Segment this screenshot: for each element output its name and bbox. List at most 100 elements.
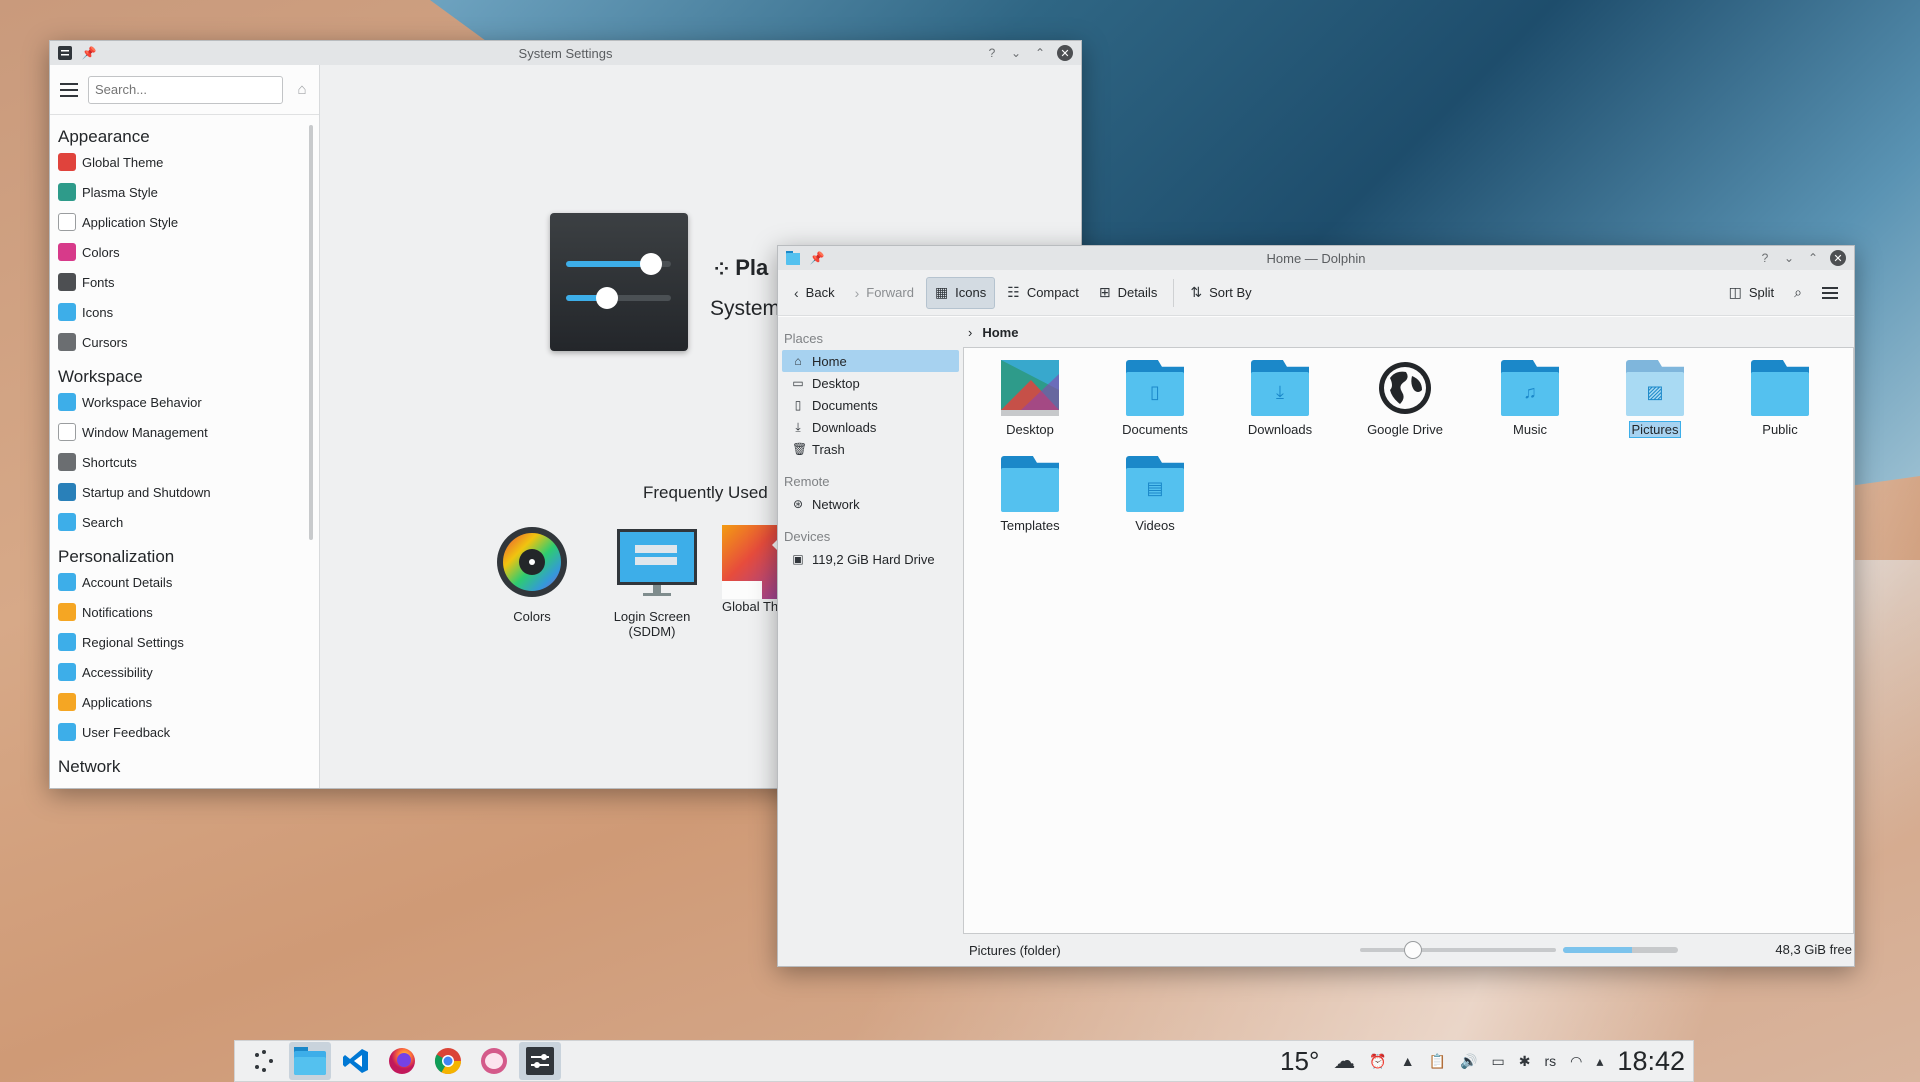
sidebar-item-global-theme[interactable]: Global Theme	[50, 147, 301, 177]
help-icon[interactable]: ?	[985, 46, 999, 60]
titlebar[interactable]: 📌 System Settings ? ⌄ ⌃ ✕	[50, 41, 1081, 65]
sidebar-item-shortcuts[interactable]: Shortcuts	[50, 447, 301, 477]
pin-icon[interactable]: 📌	[82, 46, 97, 60]
category-heading: Appearance	[58, 127, 150, 146]
window-title: Home — Dolphin	[1266, 250, 1366, 266]
details-view-button[interactable]: ⊞ Details	[1091, 277, 1165, 309]
wifi-icon[interactable]: ◠	[1570, 1053, 1582, 1070]
sidebar-item-cursors[interactable]: Cursors	[50, 327, 301, 357]
sidebar-item-application-style[interactable]: Application Style	[50, 207, 301, 237]
zoom-slider[interactable]	[1360, 941, 1556, 959]
back-button[interactable]: ‹ Back	[786, 277, 843, 309]
sidebar-item-applications[interactable]: Applications	[50, 687, 301, 717]
place-network[interactable]: ⊛ Network	[782, 493, 959, 515]
sidebar-item-plasma-style[interactable]: Plasma Style	[50, 177, 301, 207]
compact-view-button[interactable]: ☷ Compact	[999, 277, 1087, 309]
breadcrumb-home[interactable]: Home	[982, 325, 1018, 340]
place-119-2-gib-hard-drive[interactable]: ▣ 119,2 GiB Hard Drive	[782, 548, 959, 570]
sidebar-item-workspace-behavior[interactable]: Workspace Behavior	[50, 387, 301, 417]
sidebar-item-label: Workspace Behavior	[82, 394, 202, 410]
system-settings-icon[interactable]	[519, 1042, 561, 1080]
home-icon[interactable]: ⌂	[293, 81, 311, 98]
file-item-public[interactable]: Public	[1722, 360, 1838, 437]
help-icon[interactable]: ?	[1758, 251, 1772, 265]
sidebar-item-window-management[interactable]: Window Management	[50, 417, 301, 447]
sidebar-item-fonts[interactable]: Fonts	[50, 267, 301, 297]
hamburger-menu-button[interactable]	[1814, 277, 1846, 309]
weather-temperature[interactable]: 15°	[1280, 1046, 1319, 1077]
sidebar-item-accessibility[interactable]: Accessibility	[50, 657, 301, 687]
app-menu-icon[interactable]	[58, 46, 72, 60]
search-input[interactable]	[88, 75, 283, 104]
file-label: Pictures	[1628, 421, 1682, 438]
bluetooth-icon[interactable]: ✱	[1519, 1053, 1531, 1070]
sidebar-item-notifications[interactable]: Notifications	[50, 597, 301, 627]
place-documents[interactable]: ▯ Documents	[782, 394, 959, 416]
dolphin-app-icon[interactable]	[786, 251, 800, 265]
frequent-item-colors[interactable]: Colors	[482, 525, 582, 624]
minimize-icon[interactable]: ⌄	[1782, 251, 1796, 265]
volume-icon[interactable]: 🔊	[1460, 1053, 1477, 1070]
dolphin-window: 📌 Home — Dolphin ? ⌄ ⌃ ✕ ‹ Back › Forward …	[777, 245, 1855, 967]
file-item-downloads[interactable]: ⤓ Downloads	[1222, 360, 1338, 437]
titlebar[interactable]: 📌 Home — Dolphin ? ⌄ ⌃ ✕	[778, 246, 1854, 270]
place-desktop[interactable]: ▭ Desktop	[782, 372, 959, 394]
vpn-icon[interactable]: ▲	[1401, 1053, 1415, 1069]
tray-expand-icon[interactable]: ▴	[1596, 1053, 1603, 1070]
clipboard-icon[interactable]: 📋	[1429, 1053, 1446, 1070]
sidebar-item-colors[interactable]: Colors	[50, 237, 301, 267]
chrome-icon[interactable]	[427, 1042, 469, 1080]
file-item-google-drive[interactable]: Google Drive	[1347, 360, 1463, 437]
file-item-documents[interactable]: ▯ Documents	[1097, 360, 1213, 437]
sidebar-item-account-details[interactable]: Account Details	[50, 567, 301, 597]
firefox-icon[interactable]	[381, 1042, 423, 1080]
pin-icon[interactable]: 📌	[810, 251, 825, 265]
sidebar-item-user-feedback[interactable]: User Feedback	[50, 717, 301, 747]
application-launcher-icon[interactable]	[243, 1042, 285, 1080]
frequent-item-login-screen[interactable]: Login Screen (SDDM)	[602, 525, 702, 639]
sidebar-item-label: Shortcuts	[82, 454, 137, 470]
file-item-pictures[interactable]: ▨ Pictures	[1597, 360, 1713, 438]
alarm-icon[interactable]: ⏰	[1369, 1053, 1386, 1070]
forward-button[interactable]: › Forward	[847, 277, 922, 309]
maximize-icon[interactable]: ⌃	[1806, 251, 1820, 265]
file-item-templates[interactable]: Templates	[972, 456, 1088, 533]
place-home[interactable]: ⌂ Home	[782, 350, 959, 372]
search-button[interactable]: ⌕	[1786, 277, 1810, 309]
sort-by-button[interactable]: ⇅ Sort By	[1182, 277, 1259, 309]
dolphin-icon[interactable]	[289, 1042, 331, 1080]
file-item-music[interactable]: ♫ Music	[1472, 360, 1588, 437]
file-item-desktop[interactable]: Desktop	[972, 360, 1088, 437]
breadcrumb[interactable]: › Home	[963, 317, 1854, 347]
battery-icon[interactable]: ▭	[1492, 1053, 1505, 1070]
vscode-icon[interactable]	[335, 1042, 377, 1080]
file-view[interactable]: Desktop ▯ Documents ⤓ Downloads Google Drive ♫…	[963, 347, 1854, 934]
sidebar-item-startup-and-shutdown[interactable]: Startup and Shutdown	[50, 477, 301, 507]
folder-icon: ♫	[1501, 360, 1559, 416]
sidebar-item-icons[interactable]: Icons	[50, 297, 301, 327]
icons-view-button[interactable]: ▦ Icons	[925, 276, 996, 309]
hamburger-menu-icon[interactable]	[60, 82, 78, 97]
cursors-icon	[58, 333, 76, 351]
trash-icon: 🗑	[792, 442, 808, 456]
minimize-icon[interactable]: ⌄	[1009, 46, 1023, 60]
close-icon[interactable]: ✕	[1057, 45, 1073, 61]
close-icon[interactable]: ✕	[1830, 250, 1846, 266]
split-button[interactable]: ◫ Split	[1721, 277, 1783, 309]
opera-icon[interactable]	[473, 1042, 515, 1080]
clock[interactable]: 18:42	[1617, 1046, 1685, 1077]
file-label: Documents	[1122, 422, 1188, 437]
place-trash[interactable]: 🗑 Trash	[782, 438, 959, 460]
file-item-videos[interactable]: ▤ Videos	[1097, 456, 1213, 533]
zoom-slider-handle[interactable]	[1403, 941, 1422, 959]
sidebar-item-search[interactable]: Search	[50, 507, 301, 537]
sidebar-scrollbar[interactable]	[309, 125, 313, 540]
maximize-icon[interactable]: ⌃	[1033, 46, 1047, 60]
place-downloads[interactable]: ⤓ Downloads	[782, 416, 959, 438]
keyboard-layout[interactable]: rs	[1545, 1053, 1557, 1069]
place-label: Downloads	[812, 419, 877, 435]
applications-icon	[58, 693, 76, 711]
sidebar-item-regional-settings[interactable]: Regional Settings	[50, 627, 301, 657]
folder-icon	[1751, 360, 1809, 416]
weather-cloud-rain-icon[interactable]: ☁	[1333, 1048, 1355, 1074]
